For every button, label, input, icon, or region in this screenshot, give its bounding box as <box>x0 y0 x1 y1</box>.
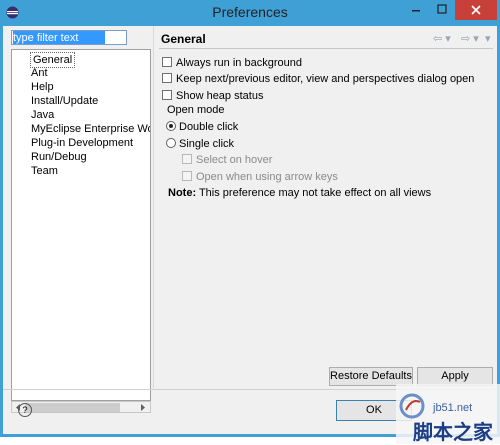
tree-item-ant[interactable]: Ant <box>31 66 48 80</box>
radio-label: Single click <box>179 138 235 150</box>
open-mode-group: Open mode Double click Single click Sele… <box>161 104 491 206</box>
preference-tree[interactable]: General Ant Help Install/Update Java MyE… <box>11 49 151 401</box>
minimize-icon[interactable] <box>403 0 429 20</box>
close-button[interactable] <box>455 0 497 20</box>
option-label: Select on hover <box>196 154 273 166</box>
close-icon <box>471 5 481 15</box>
option-run-in-background[interactable]: Always run in background <box>162 56 302 71</box>
checkbox[interactable] <box>162 57 172 67</box>
checkbox[interactable] <box>162 73 172 83</box>
watermark-text: 脚本之家 <box>413 420 493 444</box>
option-label: Always run in background <box>176 57 302 69</box>
option-keep-dialog-open[interactable]: Keep next/previous editor, view and pers… <box>162 72 474 87</box>
open-mode-note: Note: This preference may not take effec… <box>168 187 431 199</box>
radio-label: Double click <box>179 121 239 133</box>
tree-item-install-update[interactable]: Install/Update <box>31 94 98 108</box>
scroll-thumb[interactable] <box>25 403 120 412</box>
filter-field[interactable] <box>11 30 127 45</box>
option-select-on-hover: Select on hover <box>182 153 272 168</box>
tree-item-myeclipse[interactable]: MyEclipse Enterprise Wor <box>31 122 150 136</box>
option-label: Show heap status <box>176 90 264 102</box>
forward-nav-icon[interactable]: ⇨ ▾ <box>461 32 479 46</box>
help-icon[interactable]: ? <box>18 403 32 417</box>
option-show-heap-status[interactable]: Show heap status <box>162 89 263 104</box>
tree-item-run-debug[interactable]: Run/Debug <box>31 150 87 164</box>
radio-double-click[interactable]: Double click <box>166 120 238 135</box>
view-menu-icon[interactable]: ▾ <box>485 32 491 46</box>
option-open-arrow-keys: Open when using arrow keys <box>182 170 338 185</box>
option-label: Keep next/previous editor, view and pers… <box>176 73 475 85</box>
note-text: This preference may not take effect on a… <box>196 187 432 199</box>
note-label: Note: <box>168 187 197 199</box>
filter-input[interactable] <box>13 31 105 44</box>
tree-item-plugin-development[interactable]: Plug-in Development <box>31 136 133 150</box>
radio-single-click[interactable]: Single click <box>166 137 234 152</box>
watermark-site: jb51.net <box>433 402 473 414</box>
back-nav-icon[interactable]: ⇦ ▾ <box>433 32 451 46</box>
title-bar[interactable]: Preferences <box>0 0 500 26</box>
tree-item-team[interactable]: Team <box>31 164 58 178</box>
option-label: Open when using arrow keys <box>196 171 338 183</box>
radio-button[interactable] <box>166 138 176 148</box>
checkbox[interactable] <box>162 90 172 100</box>
tree-item-java[interactable]: Java <box>31 108 54 122</box>
title-separator <box>159 48 493 49</box>
preferences-window: Preferences General Ant Help Install/Upd… <box>0 0 500 444</box>
tree-item-help[interactable]: Help <box>31 80 54 94</box>
pane-divider[interactable] <box>153 26 154 388</box>
page-title: General <box>161 32 206 46</box>
dialog-body: General Ant Help Install/Update Java MyE… <box>3 26 500 444</box>
checkbox-disabled <box>182 154 192 164</box>
checkbox-disabled <box>182 171 192 181</box>
maximize-icon[interactable] <box>429 0 455 20</box>
tree-horizontal-scrollbar[interactable] <box>11 401 151 413</box>
scroll-right-icon[interactable] <box>138 403 147 412</box>
open-mode-label: Open mode <box>167 104 225 116</box>
radio-button[interactable] <box>166 121 176 131</box>
